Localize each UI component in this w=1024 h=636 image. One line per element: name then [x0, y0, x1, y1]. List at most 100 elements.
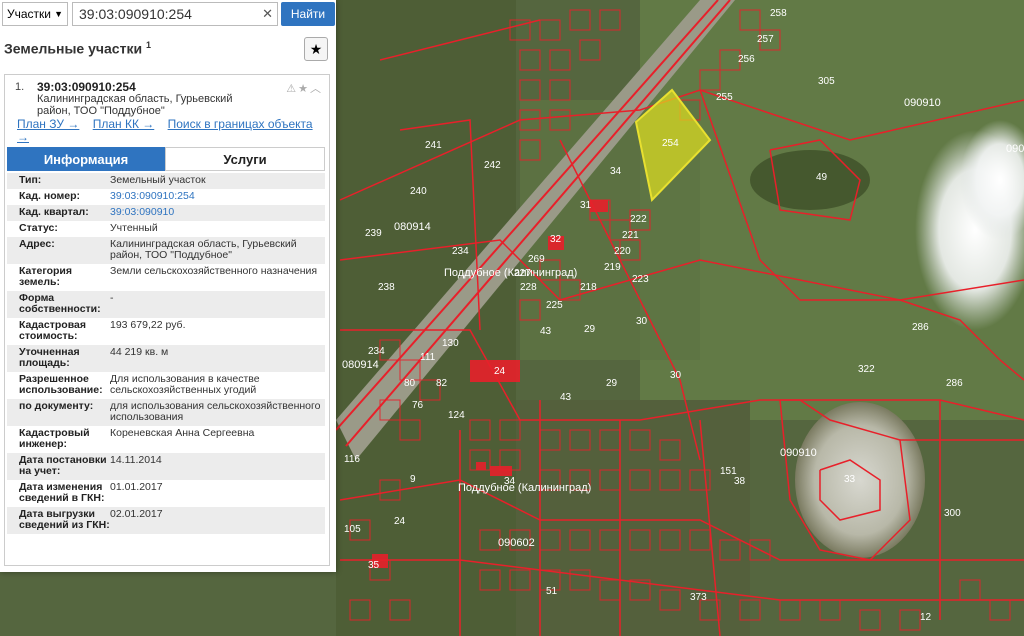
svg-text:220: 220 — [614, 246, 631, 257]
link-plan-zu[interactable]: План ЗУ → — [17, 117, 79, 131]
info-key: по документу: — [19, 400, 94, 412]
info-row: Уточненная площадь: 44 219 кв. м — [7, 345, 325, 372]
star-outline-icon[interactable]: ★ — [298, 83, 310, 95]
result-links: План ЗУ → План КК → Поиск в границах объ… — [17, 118, 317, 144]
info-key: Статус: — [19, 222, 58, 234]
svg-text:373: 373 — [690, 592, 707, 603]
search-bar: Участки ▼ 39:03:090910:254 ✕ Найти — [0, 0, 336, 28]
svg-text:29: 29 — [584, 324, 596, 335]
svg-text:254: 254 — [662, 138, 679, 149]
svg-text:111: 111 — [420, 352, 436, 363]
info-row: Кадастровая стоимость: 193 679,22 руб. — [7, 318, 325, 345]
search-type-label: Участки — [7, 7, 51, 21]
info-row: Дата постановки на учет: 14.11.2014 — [7, 453, 325, 480]
svg-text:82: 82 — [436, 378, 448, 389]
warning-icon[interactable]: ⚠ — [286, 83, 298, 95]
svg-text:242: 242 — [484, 160, 501, 171]
info-row: Статус: Учтенный — [7, 221, 325, 237]
search-query: 39:03:090910:254 — [79, 6, 192, 22]
info-value-link[interactable]: 39:03:090910:254 — [110, 191, 325, 202]
result-index: 1. — [15, 81, 25, 93]
svg-text:221: 221 — [622, 230, 639, 241]
svg-text:33: 33 — [844, 474, 856, 485]
svg-text:43: 43 — [540, 326, 552, 337]
info-row: Разрешенное использование: Для использова… — [7, 372, 325, 399]
info-key: Разрешенное использование: — [19, 373, 103, 396]
svg-text:305: 305 — [818, 76, 835, 87]
svg-text:258: 258 — [770, 8, 787, 19]
title-row: Земельные участки 1 ★ — [0, 36, 336, 64]
svg-text:80: 80 — [404, 378, 416, 389]
svg-text:35: 35 — [368, 560, 380, 571]
result-kad-number: 39:03:090910:254 — [37, 80, 136, 94]
info-value: - — [110, 292, 114, 304]
svg-text:0909: 0909 — [1006, 143, 1024, 155]
info-key: Дата выгрузки сведений из ГКН: — [19, 508, 110, 531]
svg-text:51: 51 — [546, 586, 558, 597]
svg-text:130: 130 — [442, 338, 459, 349]
chevron-up-icon[interactable]: ︿ — [310, 83, 323, 95]
result-tools: ⚠★︿ — [286, 80, 323, 96]
info-value: 02.01.2017 — [110, 508, 163, 520]
info-row: Адрес: Калининградская область, Гурьевски… — [7, 237, 325, 264]
info-value: для использования сельскохозяйственного … — [110, 400, 321, 423]
info-value-link[interactable]: 39:03:090910 — [110, 207, 325, 218]
svg-text:219: 219 — [604, 262, 621, 273]
info-row: Кад. квартал: 39:03:090910 — [7, 205, 325, 221]
svg-text:124: 124 — [448, 410, 465, 421]
svg-text:090910: 090910 — [780, 447, 817, 459]
info-value: 01.01.2017 — [110, 481, 163, 493]
svg-text:30: 30 — [636, 316, 648, 327]
info-value: 14.11.2014 — [110, 454, 162, 466]
info-key: Кадастровый инженер: — [19, 427, 90, 450]
info-row: Кадастровый инженер: Кореневская Анна Сер… — [7, 426, 325, 453]
info-value: Кореневская Анна Сергеевна — [110, 427, 255, 439]
chevron-down-icon: ▼ — [54, 9, 63, 19]
close-icon[interactable]: ✕ — [262, 6, 273, 22]
svg-text:38: 38 — [734, 476, 746, 487]
svg-text:255: 255 — [716, 92, 733, 103]
svg-text:76: 76 — [412, 400, 424, 411]
info-table: Тип: Земельный участок Кад. номер: 39:03:0… — [7, 173, 325, 534]
info-key: Кадастровая стоимость: — [19, 319, 86, 342]
tab-info[interactable]: Информация — [7, 147, 165, 171]
find-button[interactable]: Найти — [281, 2, 335, 26]
svg-text:286: 286 — [946, 378, 963, 389]
svg-text:080914: 080914 — [394, 221, 431, 233]
tab-services[interactable]: Услуги — [165, 147, 325, 171]
svg-text:090602: 090602 — [498, 537, 535, 549]
svg-text:228: 228 — [520, 282, 537, 293]
svg-text:090910: 090910 — [904, 97, 941, 109]
info-row: Тип: Земельный участок — [7, 173, 325, 189]
svg-text:222: 222 — [630, 214, 647, 225]
info-key: Тип: — [19, 174, 42, 186]
star-icon[interactable]: ★ — [304, 37, 328, 61]
svg-text:241: 241 — [425, 140, 442, 151]
svg-text:31: 31 — [580, 200, 592, 211]
info-key: Адрес: — [19, 238, 55, 250]
svg-text:240: 240 — [410, 186, 427, 197]
svg-text:239: 239 — [365, 228, 382, 239]
svg-text:24: 24 — [494, 366, 506, 377]
svg-text:257: 257 — [757, 34, 774, 45]
link-plan-kk[interactable]: План КК → — [93, 117, 155, 131]
info-key: Дата постановки на учет: — [19, 454, 107, 477]
svg-text:9: 9 — [410, 474, 416, 485]
svg-text:43: 43 — [560, 392, 572, 403]
info-key: Категория земель: — [19, 265, 73, 288]
svg-text:234: 234 — [452, 246, 469, 257]
svg-text:24: 24 — [394, 516, 406, 527]
svg-text:116: 116 — [344, 454, 360, 465]
svg-text:34: 34 — [610, 166, 622, 177]
search-input[interactable]: 39:03:090910:254 ✕ — [72, 2, 278, 26]
search-type-select[interactable]: Участки ▼ — [2, 2, 68, 26]
info-value: Земли сельскохозяйственного назначения — [110, 265, 318, 277]
info-key: Уточненная площадь: — [19, 346, 80, 369]
svg-text:234: 234 — [368, 346, 385, 357]
info-key: Форма собственности: — [19, 292, 101, 315]
result-count: 1 — [145, 40, 151, 50]
svg-text:238: 238 — [378, 282, 395, 293]
info-row: Кад. номер: 39:03:090910:254 — [7, 189, 325, 205]
info-value: Учтенный — [110, 222, 158, 234]
svg-text:269: 269 — [528, 254, 545, 265]
